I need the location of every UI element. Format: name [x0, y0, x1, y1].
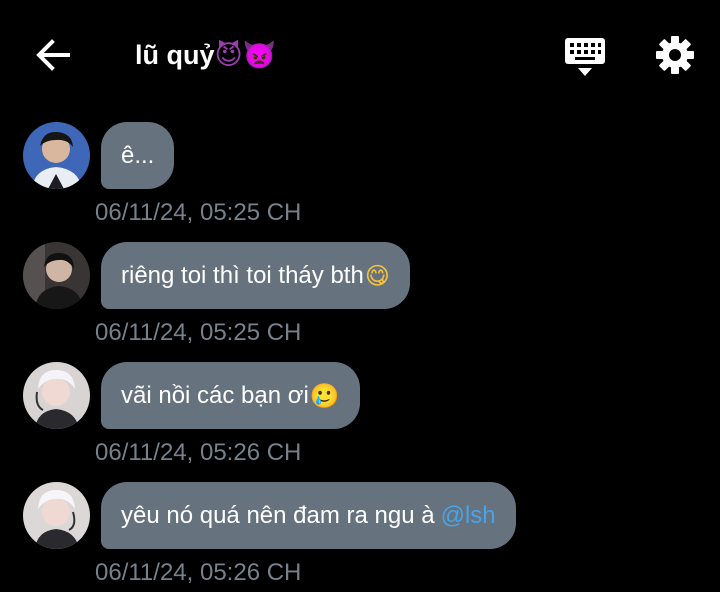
user-mention-link[interactable]: @lsh: [441, 502, 496, 530]
settings-button[interactable]: [655, 35, 695, 75]
chat-title-text: lũ quỷ: [135, 40, 215, 70]
keyboard-icon: [565, 38, 605, 76]
keyboard-toggle-button[interactable]: [563, 36, 607, 78]
avatar[interactable]: [23, 482, 90, 549]
chat-title-emojis: 😈👿: [214, 40, 277, 71]
message-text: vãi nồi các bạn ơi: [121, 381, 309, 409]
message-item: yêu nó quá nên đam ra ngu à @lsh 06/11/24…: [0, 482, 720, 592]
chat-header: lũ quỷ😈👿: [0, 0, 720, 108]
message-item: ê... 06/11/24, 05:25 CH: [0, 122, 720, 242]
avatar[interactable]: [23, 122, 90, 189]
message-timestamp: 06/11/24, 05:26 CH: [95, 559, 302, 586]
avatar[interactable]: [23, 362, 90, 429]
chat-screen: lũ quỷ😈👿 ê... 06/11/24, 05:25 CH riêng t…: [0, 0, 720, 592]
message-bubble[interactable]: ê...: [101, 122, 175, 189]
message-item: riêng toi thì toi tháy bth 😋 06/11/24, 05…: [0, 242, 720, 362]
yum-emoji: 😋: [364, 261, 390, 290]
message-timestamp: 06/11/24, 05:25 CH: [95, 319, 302, 346]
back-button[interactable]: [32, 34, 74, 76]
avatar[interactable]: [23, 242, 90, 309]
message-bubble[interactable]: vãi nồi các bạn ơi 🥲: [101, 362, 360, 429]
message-timestamp: 06/11/24, 05:25 CH: [95, 199, 302, 226]
message-item: vãi nồi các bạn ơi 🥲 06/11/24, 05:26 CH: [0, 362, 720, 482]
message-bubble[interactable]: riêng toi thì toi tháy bth 😋: [101, 242, 410, 309]
message-text: riêng toi thì toi tháy bth: [121, 261, 364, 289]
message-text: ê...: [121, 141, 155, 169]
message-text: yêu nó quá nên đam ra ngu à: [121, 501, 435, 529]
smiling-tear-emoji: 🥲: [309, 381, 340, 410]
message-timestamp: 06/11/24, 05:26 CH: [95, 439, 302, 466]
arrow-left-icon: [36, 39, 70, 71]
chat-title: lũ quỷ😈👿: [135, 36, 276, 75]
gear-icon: [656, 36, 694, 74]
message-bubble[interactable]: yêu nó quá nên đam ra ngu à @lsh: [101, 482, 516, 549]
